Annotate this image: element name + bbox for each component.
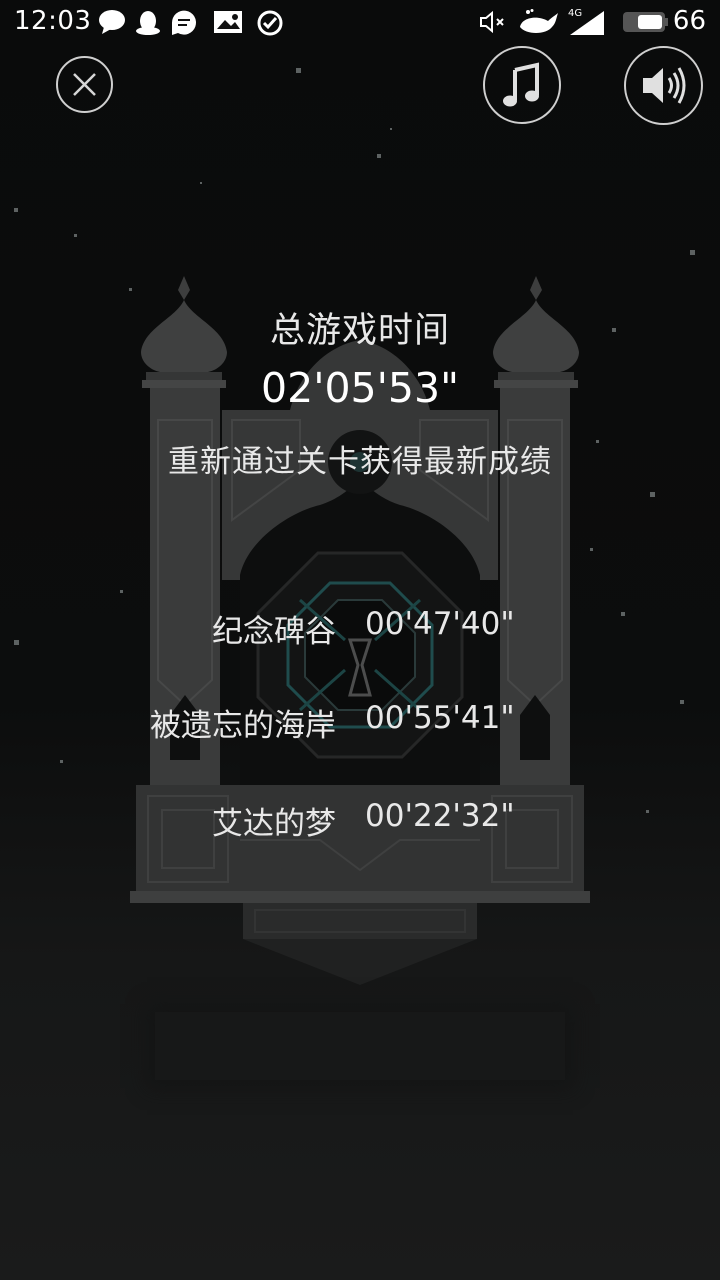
chat-bubble-icon [99,10,125,34]
music-note-icon [503,62,539,107]
close-icon [73,73,96,96]
vibrate-mute-icon [480,10,504,34]
speaker-icon [643,67,686,104]
signal-icon [570,11,604,35]
message-icon [171,10,196,35]
battery-icon [623,12,668,32]
check-circle-icon [257,10,283,36]
total-time-label: 总游戏时间 [269,311,450,351]
level-time: 00'47'40" [365,606,515,642]
bottom-shadow-panel [155,1012,565,1080]
sound-toggle-button[interactable] [624,46,703,125]
level-name: 纪念碑谷 [212,614,336,650]
image-notification-icon [214,11,242,33]
status-bar: 12:03 4G 66 [0,0,720,46]
qq-penguin-icon [136,11,160,35]
battery-level: 66 [672,6,706,36]
music-toggle-button[interactable] [483,46,561,124]
whale-icon [520,9,558,33]
replay-hint: 重新通过关卡获得最新成绩 [168,444,552,480]
status-time: 12:03 [14,6,92,36]
game-screen: 12:03 4G 66 总游戏时间 02'05'53" 重新通过关卡获得最新成绩… [0,0,720,1280]
level-time: 00'55'41" [365,700,515,736]
level-time: 00'22'32" [365,798,515,834]
total-time-value: 02'05'53" [261,364,459,412]
close-button[interactable] [56,56,113,113]
level-name: 被遗忘的海岸 [150,708,336,744]
level-name: 艾达的梦 [212,806,336,842]
temple-illustration [130,276,590,985]
